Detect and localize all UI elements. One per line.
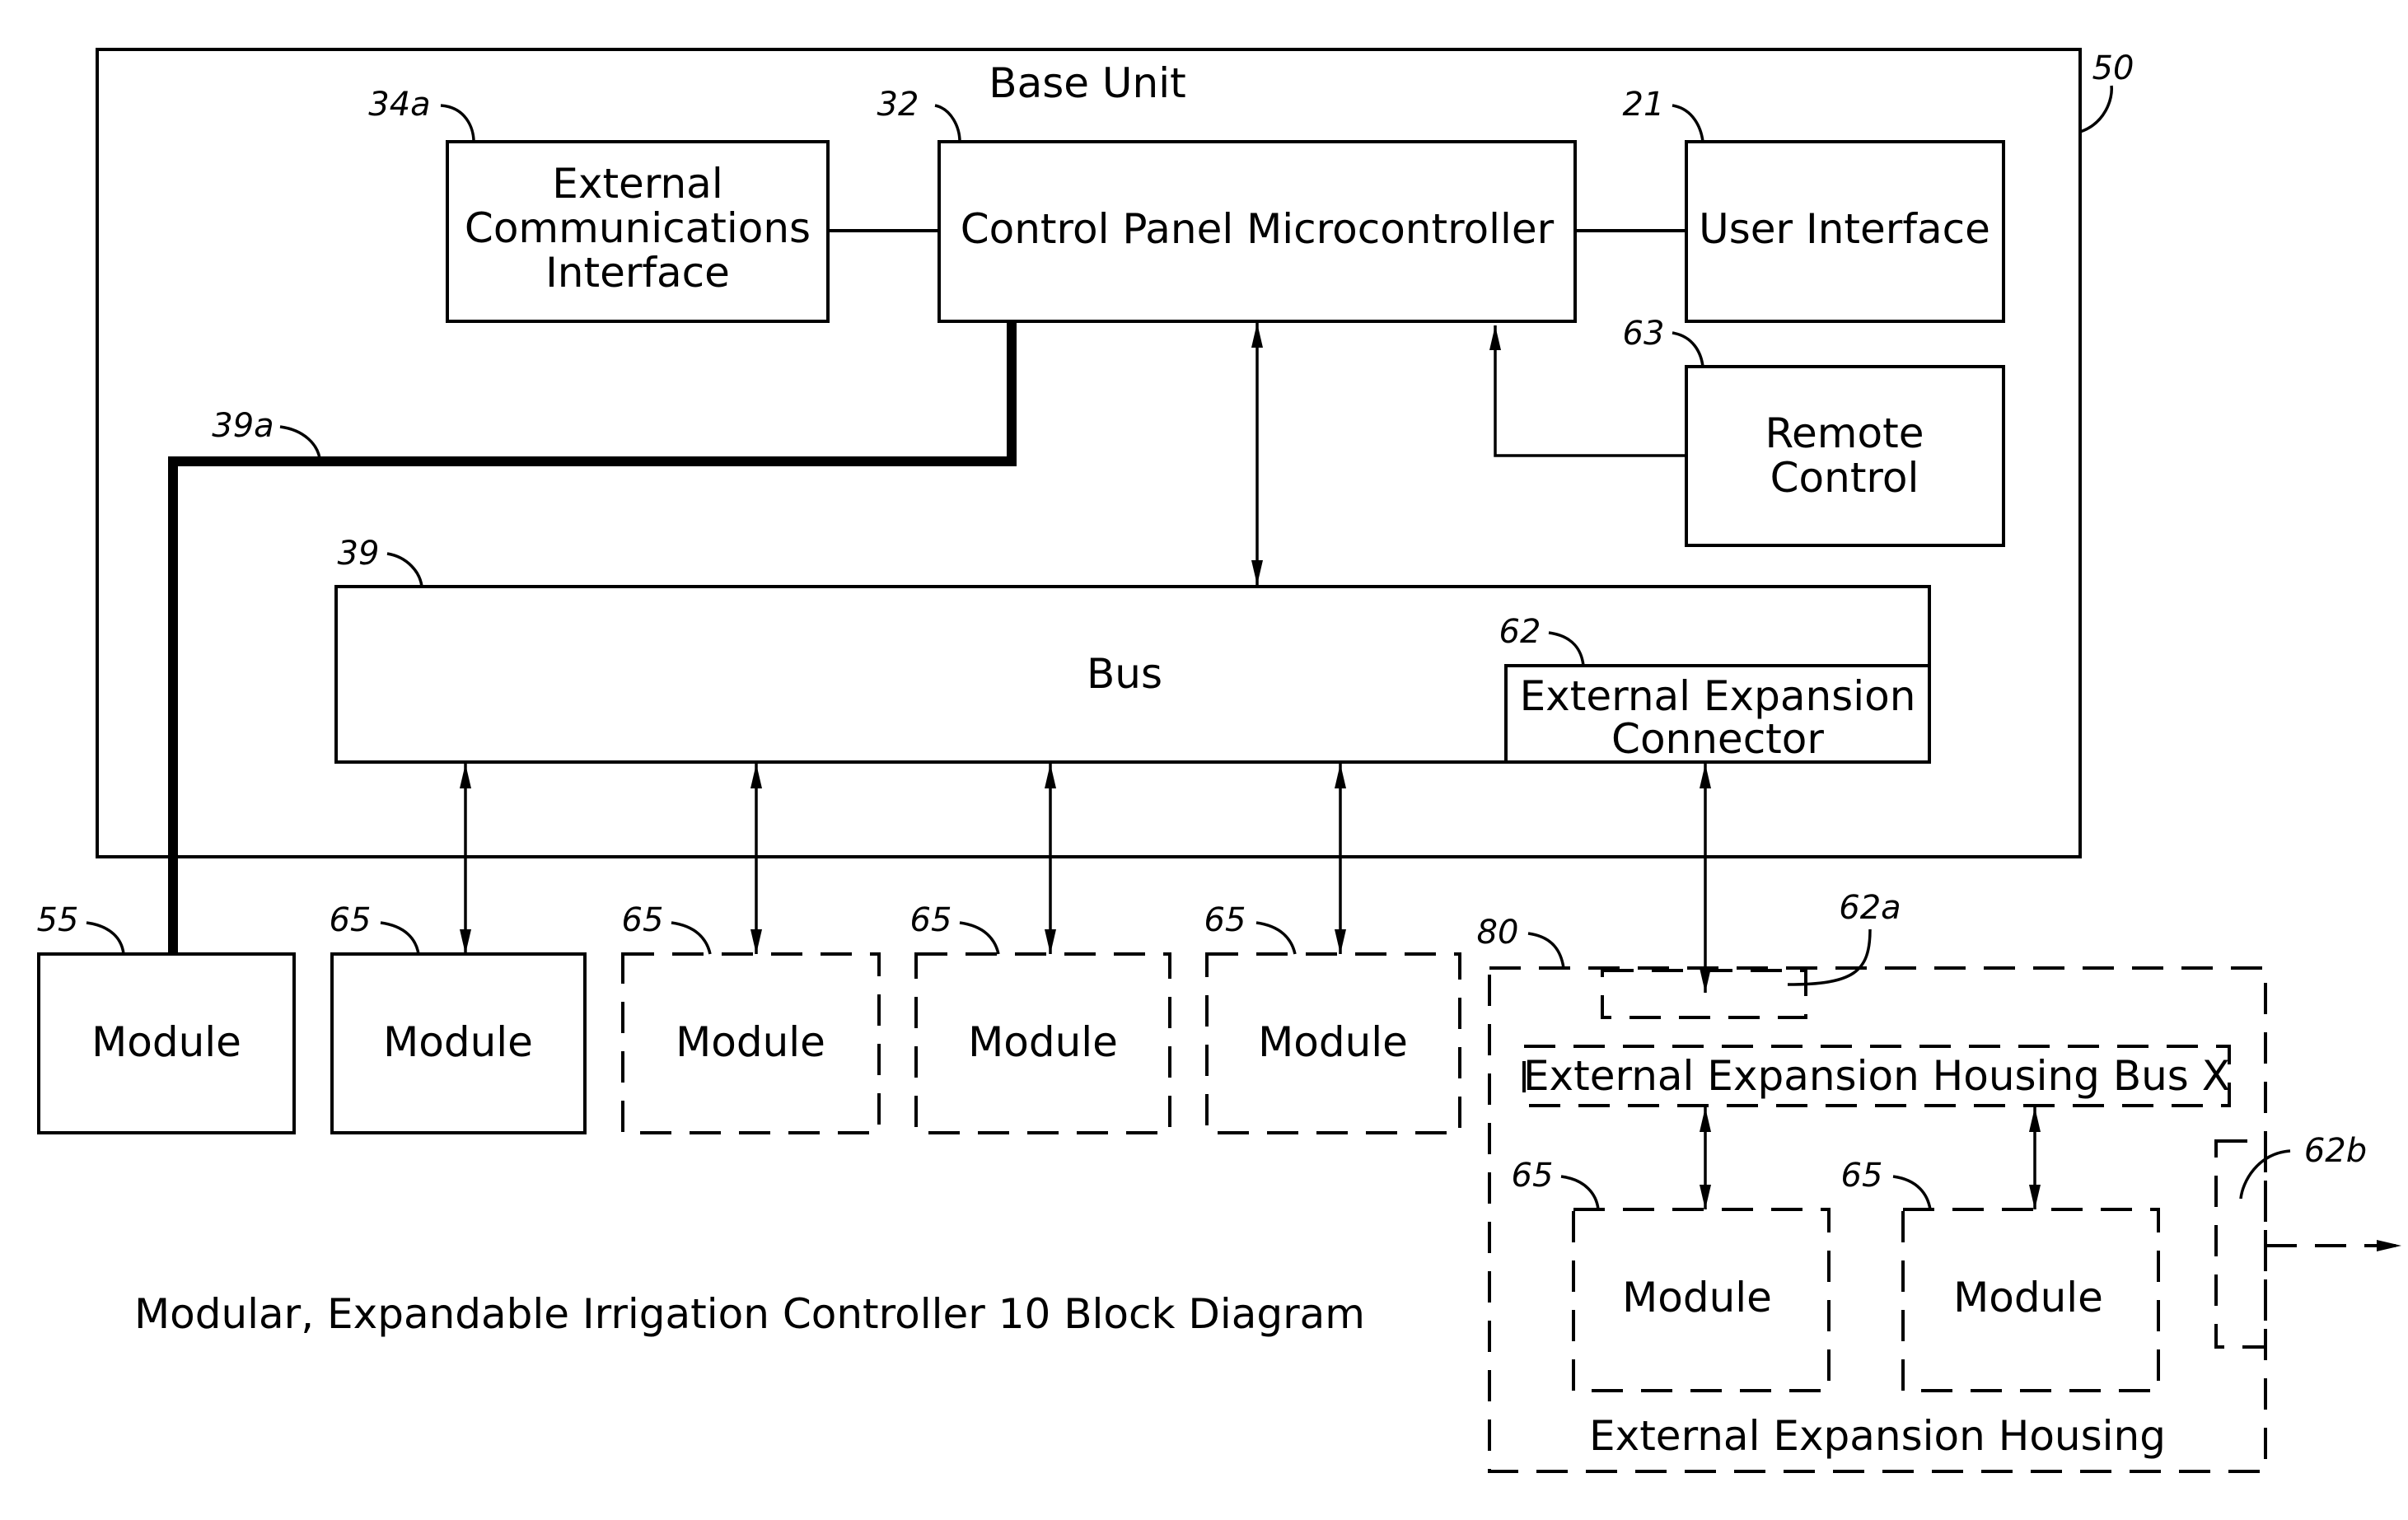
housing-bus-label: External Expansion Housing Bus X <box>1523 1052 2230 1100</box>
ref-housing-output-connector: 62b <box>2304 1132 2367 1170</box>
module-1: Module 55 <box>37 901 296 1134</box>
module-3: Module 65 <box>621 901 881 1134</box>
ref-bus: 39 <box>338 535 380 573</box>
diagram-caption: Modular, Expandable Irrigation Controlle… <box>134 1290 1365 1338</box>
housing-module-b-label: Module <box>1953 1274 2103 1321</box>
ext-comm-line-2: Communications <box>465 204 811 252</box>
ext-connector-line-2: Connector <box>1611 715 1824 763</box>
leader-remote-control <box>1672 331 1704 367</box>
ref-dedicated-line: 39a <box>212 407 274 445</box>
ref-base-unit: 50 <box>2092 49 2134 87</box>
base-unit-label: Base Unit <box>989 59 1185 107</box>
housing-module-a-label: Module <box>1622 1274 1772 1321</box>
module-4-label: Module <box>968 1018 1118 1066</box>
external-expansion-housing: 80 External Expansion Housing 62a Extern… <box>1477 889 2401 1473</box>
module-4: Module 65 <box>910 901 1171 1134</box>
module-5: Module 65 <box>1204 901 1461 1134</box>
leader-cpm <box>934 104 961 143</box>
ref-module-1: 55 <box>37 901 79 939</box>
ref-remote-control: 63 <box>1623 315 1665 353</box>
module-5-label: Module <box>1258 1018 1408 1066</box>
module-2-label: Module <box>383 1018 533 1066</box>
ref-cpm: 32 <box>877 86 919 124</box>
leader-ext-comm <box>440 104 475 143</box>
ref-housing: 80 <box>1477 914 1519 952</box>
ref-module-4: 65 <box>910 901 952 939</box>
ref-ext-connector: 62 <box>1499 613 1541 651</box>
housing-output-connector <box>2214 1139 2267 1349</box>
remote-control-line-1: Remote <box>1765 409 1924 457</box>
remote-control-line-2: Control <box>1770 454 1919 502</box>
ext-connector-line-1: External Expansion <box>1520 672 1916 720</box>
ref-ext-comm: 34a <box>368 86 430 124</box>
bus-label: Bus <box>1087 650 1162 698</box>
module-2: Module 65 <box>330 901 587 1134</box>
ext-comm-line-3: Interface <box>545 249 730 297</box>
leader-user-interface <box>1672 104 1704 143</box>
ref-housing-input-connector: 62a <box>1839 889 1901 927</box>
leader-dedicated-line <box>279 425 321 459</box>
ref-module-2: 65 <box>330 901 372 939</box>
leader-base-unit <box>2079 85 2113 133</box>
module-3-label: Module <box>676 1018 825 1066</box>
ref-module-5: 65 <box>1204 901 1246 939</box>
ref-housing-module-a: 65 <box>1512 1157 1554 1195</box>
leader-ext-connector <box>1548 631 1585 666</box>
ref-module-3: 65 <box>622 901 664 939</box>
user-interface-label: User Interface <box>1699 205 1990 253</box>
ext-comm-line-1: External <box>552 160 722 208</box>
ref-user-interface: 21 <box>1623 86 1665 124</box>
ref-housing-module-b: 65 <box>1841 1157 1883 1195</box>
housing-label: External Expansion Housing <box>1589 1412 2166 1460</box>
leader-bus <box>386 552 423 587</box>
dedicated-line-39a <box>168 321 1017 954</box>
module-1-label: Module <box>91 1018 241 1066</box>
cpm-label: Control Panel Microcontroller <box>961 205 1555 253</box>
block-diagram: Base Unit 50 External Communications Int… <box>37 48 2401 1473</box>
